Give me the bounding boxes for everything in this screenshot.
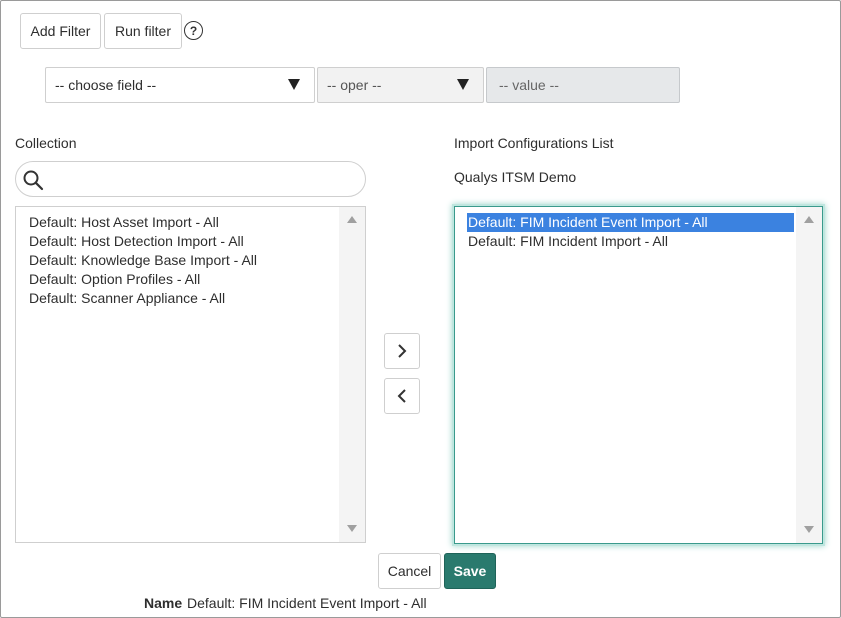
collection-search-input[interactable]	[50, 168, 350, 190]
collection-search	[15, 161, 366, 197]
collection-scrollbar[interactable]	[339, 207, 365, 542]
value-input[interactable]: -- value --	[486, 67, 680, 103]
collection-listbox[interactable]: Default: Host Asset Import - All Default:…	[15, 206, 366, 543]
list-item[interactable]: Default: FIM Incident Import - All	[467, 232, 794, 251]
remove-from-list-button[interactable]	[384, 378, 420, 414]
collection-items: Default: Host Asset Import - All Default:…	[28, 213, 337, 308]
add-to-list-button[interactable]	[384, 333, 420, 369]
choose-field-select[interactable]: -- choose field --	[45, 67, 315, 103]
list-item[interactable]: Default: FIM Incident Event Import - All	[467, 213, 794, 232]
name-value: Default: FIM Incident Event Import - All	[187, 595, 427, 611]
choose-field-value: -- choose field --	[55, 77, 157, 93]
list-subtitle: Qualys ITSM Demo	[454, 169, 577, 185]
name-label: Name	[144, 595, 183, 611]
scroll-down-icon[interactable]	[347, 525, 357, 532]
search-icon	[23, 170, 44, 191]
list-item[interactable]: Default: Host Detection Import - All	[28, 232, 337, 251]
operator-select[interactable]: -- oper --	[317, 67, 484, 103]
add-filter-button[interactable]: Add Filter	[20, 13, 101, 49]
chevron-right-icon	[398, 344, 407, 358]
dialog-frame: Add Filter Run filter ? -- choose field …	[0, 0, 841, 618]
operator-value: -- oper --	[327, 77, 382, 93]
list-item[interactable]: Default: Knowledge Base Import - All	[28, 251, 337, 270]
cancel-button[interactable]: Cancel	[378, 553, 441, 589]
list-item[interactable]: Default: Scanner Appliance - All	[28, 289, 337, 308]
scroll-up-icon[interactable]	[347, 216, 357, 223]
value-placeholder: -- value --	[499, 77, 559, 93]
chevron-left-icon	[397, 389, 406, 403]
collection-label: Collection	[15, 135, 77, 151]
save-button[interactable]: Save	[444, 553, 496, 589]
dropdown-arrow-icon	[288, 79, 300, 90]
scroll-up-icon[interactable]	[804, 216, 814, 223]
list-item[interactable]: Default: Host Asset Import - All	[28, 213, 337, 232]
import-configurations-listbox[interactable]: Default: FIM Incident Event Import - All…	[454, 206, 823, 544]
list-item[interactable]: Default: Option Profiles - All	[28, 270, 337, 289]
run-filter-button[interactable]: Run filter	[104, 13, 182, 49]
import-configurations-label: Import Configurations List	[454, 135, 614, 151]
dropdown-arrow-icon	[457, 79, 469, 90]
import-configurations-items: Default: FIM Incident Event Import - All…	[467, 213, 794, 251]
import-configurations-scrollbar[interactable]	[796, 207, 822, 543]
help-icon[interactable]: ?	[184, 21, 203, 40]
scroll-down-icon[interactable]	[804, 526, 814, 533]
